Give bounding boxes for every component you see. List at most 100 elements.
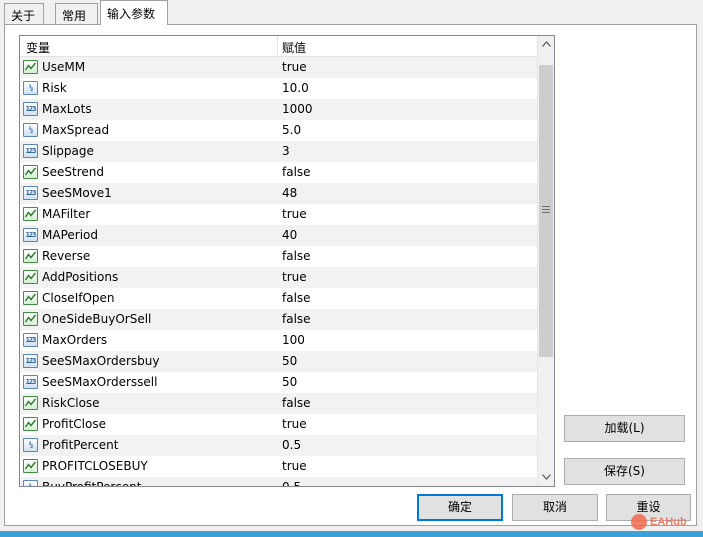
table-row[interactable]: SeeStrend false (20, 162, 537, 183)
ok-button[interactable]: 确定 (417, 494, 503, 521)
variable-name: OneSideBuyOrSell (42, 312, 152, 326)
variable-name: AddPositions (42, 270, 119, 284)
variable-value[interactable]: false (282, 249, 311, 263)
table-row[interactable]: 123 SeeSMaxOrdersbuy 50 (20, 351, 537, 372)
int-param-icon: 123 (23, 228, 38, 242)
grid-rows: UseMM true ½ Risk 10.0 123 MaxLots 1000 ½ MaxSpre… (20, 57, 537, 487)
table-row[interactable]: 123 SeeSMaxOrderssell 50 (20, 372, 537, 393)
variable-value[interactable]: true (282, 270, 307, 284)
variable-value[interactable]: 1000 (282, 102, 313, 116)
scroll-up-button[interactable] (538, 36, 554, 53)
scroll-thumb[interactable] (539, 65, 553, 357)
variable-name: Reverse (42, 249, 91, 263)
double-param-icon: ½ (23, 123, 38, 137)
variable-name: Slippage (42, 144, 94, 158)
table-row[interactable]: Reverse false (20, 246, 537, 267)
table-row[interactable]: 123 MAPeriod 40 (20, 225, 537, 246)
table-row[interactable]: ½ MaxSpread 5.0 (20, 120, 537, 141)
bool-param-icon (23, 417, 38, 431)
variable-value[interactable]: 10.0 (282, 81, 309, 95)
variable-value[interactable]: false (282, 312, 311, 326)
load-button[interactable]: 加载(L) (564, 415, 685, 442)
table-row[interactable]: CloseIfOpen false (20, 288, 537, 309)
bool-param-icon (23, 270, 38, 284)
grid-header: 变量 赋值 (20, 36, 537, 57)
variable-value[interactable]: false (282, 396, 311, 410)
variable-value[interactable]: 0.5 (282, 438, 301, 452)
table-row[interactable]: 123 SeeSMove1 48 (20, 183, 537, 204)
variable-name: MaxSpread (42, 123, 110, 137)
table-row[interactable]: 123 MaxLots 1000 (20, 99, 537, 120)
variable-name: UseMM (42, 60, 86, 74)
chevron-down-icon (542, 474, 551, 480)
table-row[interactable]: 123 Slippage 3 (20, 141, 537, 162)
int-param-icon: 123 (23, 375, 38, 389)
variable-name: CloseIfOpen (42, 291, 115, 305)
variable-name: SeeSMaxOrderssell (42, 375, 158, 389)
table-row[interactable]: AddPositions true (20, 267, 537, 288)
variable-value[interactable]: 3 (282, 144, 290, 158)
bool-param-icon (23, 60, 38, 74)
variable-value[interactable]: 100 (282, 333, 305, 347)
table-row[interactable]: ProfitClose true (20, 414, 537, 435)
table-row[interactable]: RiskClose false (20, 393, 537, 414)
scroll-down-button[interactable] (538, 469, 554, 486)
variable-value[interactable]: 40 (282, 228, 297, 242)
table-row[interactable]: 123 MaxOrders 100 (20, 330, 537, 351)
bool-param-icon (23, 459, 38, 473)
table-row[interactable]: ½ BuyProfitPercent 0.5 (20, 477, 537, 487)
variable-name: Risk (42, 81, 67, 95)
variable-value[interactable]: false (282, 165, 311, 179)
variable-name: MAPeriod (42, 228, 98, 242)
tab-common[interactable]: 常用 (55, 3, 98, 24)
variable-value[interactable]: true (282, 459, 307, 473)
column-separator[interactable] (277, 36, 278, 57)
taskbar-strip (0, 531, 703, 537)
variable-name: MaxLots (42, 102, 92, 116)
variable-value[interactable]: 48 (282, 186, 297, 200)
tab-strip: 关于 常用 输入参数 (0, 0, 703, 25)
table-row[interactable]: ½ Risk 10.0 (20, 78, 537, 99)
variable-name: SeeSMaxOrdersbuy (42, 354, 160, 368)
save-button[interactable]: 保存(S) (564, 458, 685, 485)
variable-value[interactable]: true (282, 207, 307, 221)
table-row[interactable]: ½ ProfitPercent 0.5 (20, 435, 537, 456)
variable-value[interactable]: true (282, 417, 307, 431)
parameters-grid: 变量 赋值 UseMM true ½ Risk 10.0 123 MaxLots 1000 ½ M… (19, 35, 555, 487)
variable-name: MAFilter (42, 207, 91, 221)
watermark: EAHub (631, 513, 687, 531)
watermark-text: EAHub (650, 516, 687, 528)
variable-name: SeeSMove1 (42, 186, 112, 200)
column-header-variable[interactable]: 变量 (26, 39, 50, 56)
variable-name: BuyProfitPercent (42, 480, 142, 487)
variable-value[interactable]: 0.5 (282, 480, 301, 486)
variable-name: ProfitClose (42, 417, 106, 431)
int-param-icon: 123 (23, 186, 38, 200)
variable-value[interactable]: 50 (282, 354, 297, 368)
bool-param-icon (23, 249, 38, 263)
vertical-scrollbar[interactable] (537, 36, 554, 486)
tab-inputs[interactable]: 输入参数 (100, 0, 168, 25)
variable-value[interactable]: 50 (282, 375, 297, 389)
scroll-grip-icon (542, 206, 550, 213)
column-header-value[interactable]: 赋值 (282, 39, 306, 56)
int-param-icon: 123 (23, 333, 38, 347)
eahub-logo-icon (631, 514, 647, 530)
chevron-up-icon (542, 41, 551, 47)
table-row[interactable]: OneSideBuyOrSell false (20, 309, 537, 330)
double-param-icon: ½ (23, 81, 38, 95)
bool-param-icon (23, 312, 38, 326)
variable-value[interactable]: 5.0 (282, 123, 301, 137)
cancel-button[interactable]: 取消 (512, 494, 598, 521)
double-param-icon: ½ (23, 438, 38, 452)
table-row[interactable]: MAFilter true (20, 204, 537, 225)
variable-name: MaxOrders (42, 333, 108, 347)
table-row[interactable]: UseMM true (20, 57, 537, 78)
bool-param-icon (23, 396, 38, 410)
tab-about[interactable]: 关于 (4, 3, 44, 24)
variable-value[interactable]: true (282, 60, 307, 74)
table-row[interactable]: PROFITCLOSEBUY true (20, 456, 537, 477)
variable-value[interactable]: false (282, 291, 311, 305)
variable-name: RiskClose (42, 396, 100, 410)
int-param-icon: 123 (23, 144, 38, 158)
